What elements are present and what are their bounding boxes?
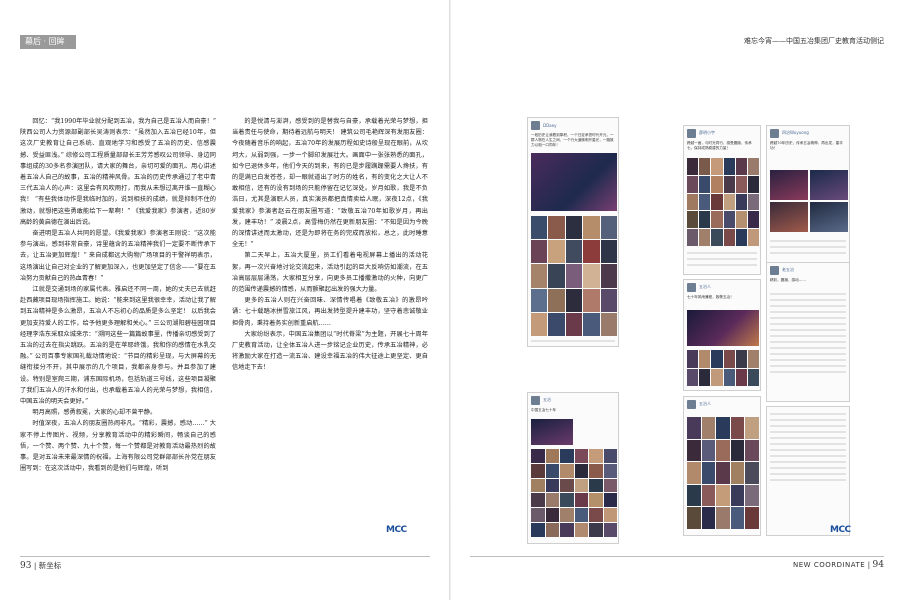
user-avatar (531, 395, 540, 405)
article-paragraph: 回忆：“我1990年毕业就分配到五冶，我为自己是五冶人而自豪！” 陕西公司人力资… (20, 118, 216, 226)
stage-photo (770, 202, 808, 232)
stage-photo (531, 419, 573, 445)
likes-bar (770, 353, 846, 355)
likes-bar (770, 317, 846, 319)
likes-bar (770, 467, 846, 469)
likes-bar (770, 252, 846, 254)
photo-grid (531, 449, 617, 537)
article-paragraph: 的是悦清与澎湃，感受到的是替我与自豪，承载着光荣与梦想，担当着责任与使命，期待着… (232, 118, 428, 249)
article-paragraph: 更多的五冶人则在兴奋回味、深情传唱着《致敬五冶》的激昂吟诵：七十载踏冰拼雪旅江风… (232, 297, 428, 327)
likes-bar (770, 371, 846, 373)
moments-screenshot-2: 薛明小宇 跨越一面，与时光同行，感受震撼、传承七，保持成熟稳建的力量！ (683, 125, 761, 275)
footer-right: NEW COORDINATE | 94 (793, 560, 884, 570)
post-text: 七十年风雨兼程，致敬五冶！ (687, 295, 734, 299)
post-username: 五冶人 (699, 401, 711, 406)
page-number: 94 (872, 560, 884, 570)
article-paragraph: 时值深夜，五冶人的朋友圈热闹非凡。“精彩，震撼，感动……” 大家不停上传图片、视… (20, 420, 216, 473)
likes-bar (770, 305, 846, 307)
photo-grid (687, 350, 759, 386)
likes-bar (770, 311, 846, 313)
likes-bar (770, 365, 846, 367)
article-column-1: 回忆：“我1990年毕业就分配到五冶，我为自己是五冶人而自豪！” 陕西公司人力资… (20, 116, 216, 552)
moments-screenshot-4: 五冶人 七十年风雨兼程，致敬五冶！ (683, 279, 761, 391)
article-paragraph: 第二天早上，五冶大厦里，员工们看着电视屏幕上播出的活动花絮，再一次兴奋地讨论交流… (232, 252, 428, 294)
likes-bar (770, 425, 846, 427)
likes-bar (687, 264, 757, 266)
post-username: 老五冶 (782, 267, 794, 272)
likes-bar (770, 329, 846, 331)
likes-bar (770, 240, 846, 242)
photo-grid (687, 417, 759, 529)
moments-screenshot-1: DDaey 一段历史让我看到厚积，一个日定承担时代开元，一群人物在人生之间，一个… (527, 117, 619, 347)
likes-bar (770, 299, 846, 301)
stage-photo (531, 153, 617, 211)
mcc-logo: MCC (830, 525, 851, 535)
post-username: 五冶 (543, 397, 551, 402)
magazine-name: NEW COORDINATE (793, 561, 866, 569)
post-username: 薛明小宇 (699, 130, 715, 135)
stage-photo (810, 202, 848, 232)
photo-grid (687, 158, 759, 246)
likes-bar (770, 341, 846, 343)
likes-bar (770, 419, 846, 421)
article-paragraph: 奋进明是五冶人共同的愿望。《我爱我家》参演者王刚说：“这次能参与演出，感到非常自… (20, 230, 216, 282)
mcc-logo: MCC (386, 525, 407, 535)
moments-screenshot-6: 五冶 中国五冶七十年 (527, 392, 619, 544)
likes-bar (770, 347, 846, 349)
moments-screenshot-7: 五冶人 (683, 396, 761, 536)
likes-bar (770, 359, 846, 361)
user-avatar (687, 399, 696, 409)
magazine-spread: 幕后 · 回眸 难忘今宵——中国五冶集团厂史教育活动侧记 回忆：“我1990年毕… (0, 0, 900, 600)
post-username: 四冶Wuyuong (782, 130, 809, 135)
stage-photo (810, 170, 848, 200)
stage-photo (687, 310, 759, 346)
magazine-name: 新坐标 (38, 561, 62, 570)
moments-screenshot-8 (766, 406, 850, 536)
user-avatar (770, 128, 779, 138)
running-title: 难忘今宵——中国五冶集团厂史教育活动侧记 (744, 37, 884, 45)
footer-rule (20, 556, 430, 557)
likes-bar (687, 252, 757, 254)
post-text: 跨越一面，与时光同行，感受震撼、传承七，保持成熟稳建的力量！ (687, 141, 752, 150)
section-tab: 幕后 · 回眸 (20, 35, 76, 49)
page-gutter (449, 0, 451, 600)
article-paragraph: 明月高照，感勇叙冕，大家的心却不曾平静。 (32, 409, 157, 417)
likes-bar (770, 479, 846, 481)
likes-bar (770, 461, 846, 463)
post-text: 中国五冶七十年 (531, 408, 557, 412)
post-text: 一段历史让我看到厚积，一个日定承担时代开元，一群人物在人生之间，一个行大道微明开… (531, 133, 614, 147)
article-column-2: 的是悦清与澎湃，感受到的是替我与自豪，承载着光荣与梦想，担当着责任与使命，期待着… (232, 116, 428, 546)
stage-photo (770, 170, 808, 200)
article-paragraph: 大家纷纷表示，中国五冶集团以“时代脊梁”为主题，开展七十周年厂史教育活动，让全体… (232, 330, 428, 372)
post-username: DDaey (543, 122, 557, 128)
post-text: 跨越70年历史，传承五冶精神，再出发，建丰功！ (770, 141, 843, 150)
post-text: 精彩，震撼，感动…… (770, 278, 806, 282)
likes-bar (770, 443, 846, 445)
likes-bar (770, 323, 846, 325)
likes-bar (770, 455, 846, 457)
post-username: 五冶人 (699, 284, 711, 289)
user-avatar (687, 128, 696, 138)
footer-left: 93 | 新坐标 (20, 561, 62, 571)
user-avatar (770, 265, 779, 275)
likes-bar (770, 437, 846, 439)
likes-bar (531, 340, 615, 342)
likes-bar (770, 449, 846, 451)
likes-bar (770, 246, 846, 248)
likes-bar (770, 335, 846, 337)
photo-grid (531, 216, 617, 336)
user-avatar (531, 120, 540, 130)
likes-bar (770, 431, 846, 433)
likes-bar (687, 258, 757, 260)
page-number: 93 (20, 561, 32, 571)
moments-screenshot-5: 老五冶 精彩，震撼，感动…… (766, 262, 850, 402)
article-paragraph: 江就是交通到场的家属代表。雅启还不同一周，她的丈夫已去就赶赴西藏项目现场指挥施工… (20, 286, 216, 406)
footer-rule (470, 556, 884, 557)
likes-bar (770, 413, 846, 415)
likes-bar (770, 473, 846, 475)
user-avatar (687, 282, 696, 292)
moments-screenshot-3: 四冶Wuyuong 跨越70年历史，传承五冶精神，再出发，建丰功！ (766, 125, 850, 270)
likes-bar (770, 293, 846, 295)
